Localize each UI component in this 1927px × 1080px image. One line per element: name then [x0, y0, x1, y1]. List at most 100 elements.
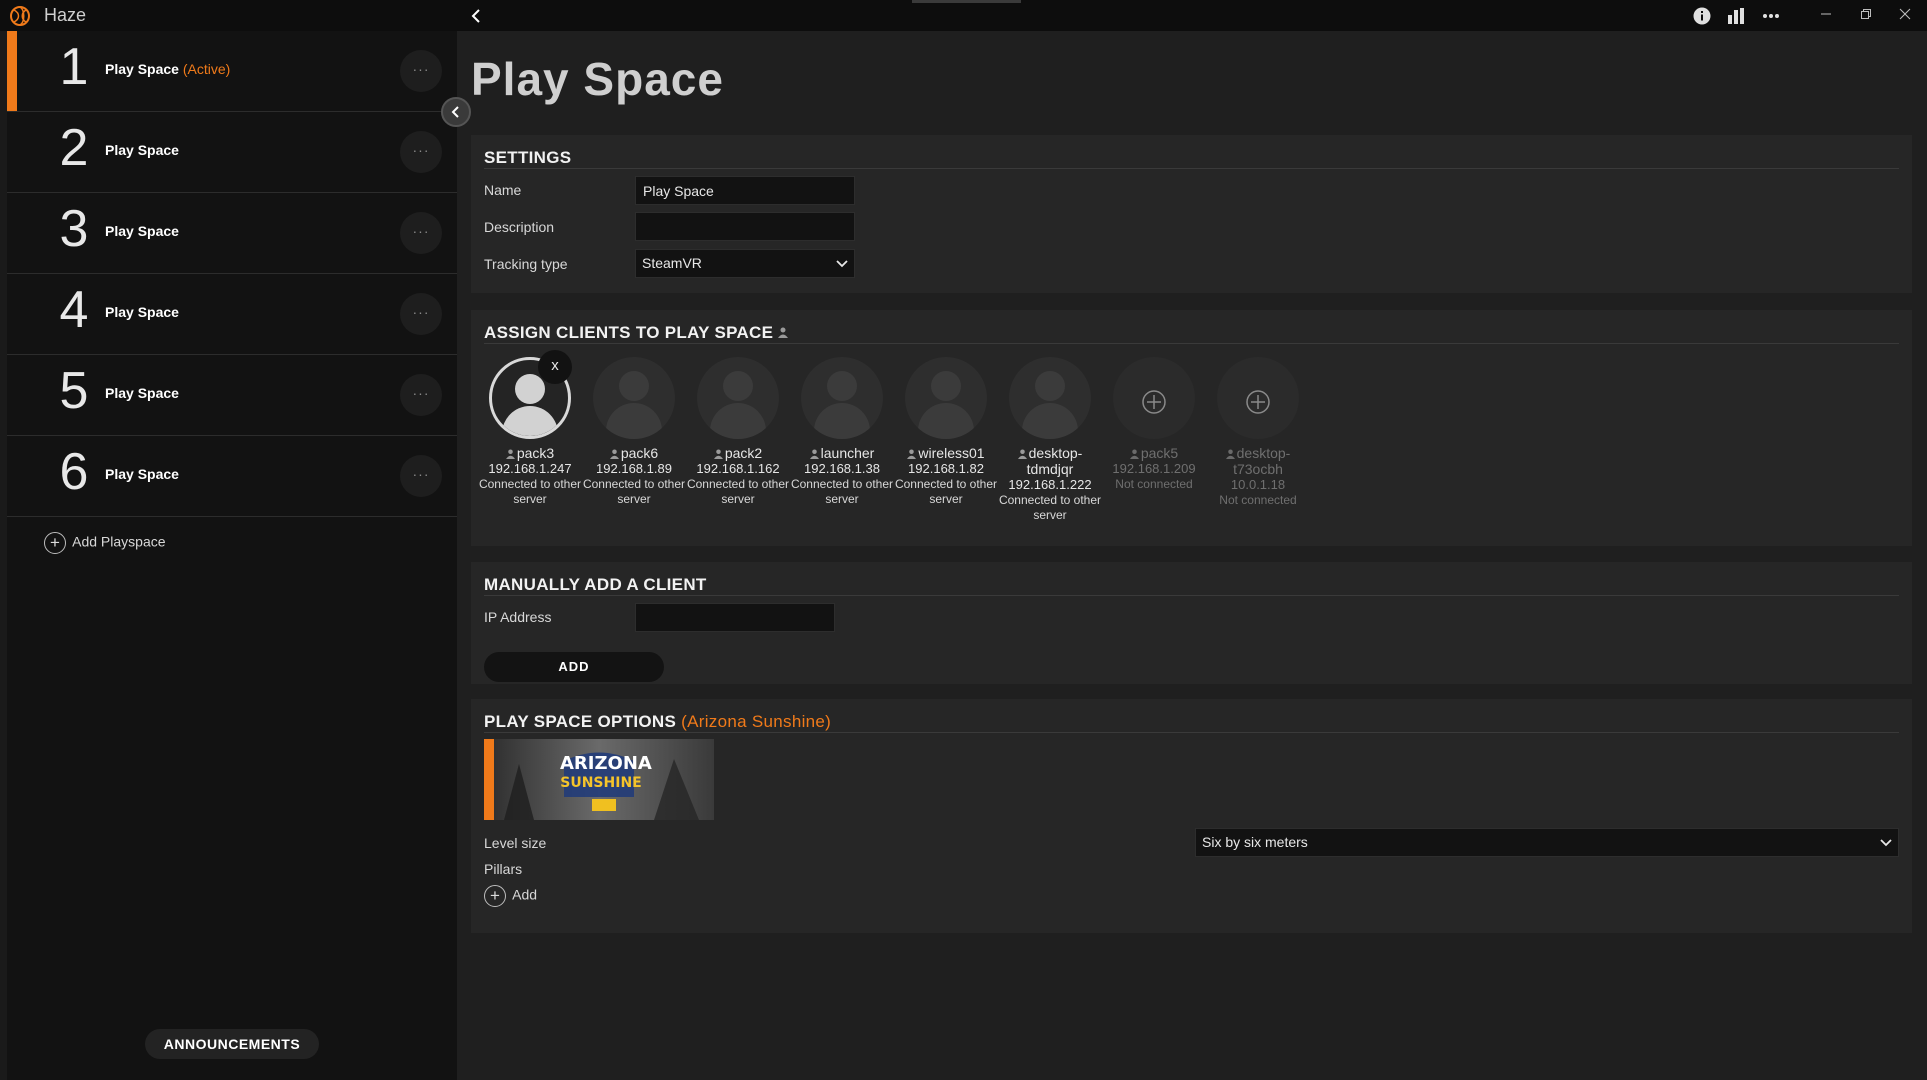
client-card[interactable]: desktop-t73ocbh 10.0.1.18 Not connected — [1206, 357, 1310, 508]
client-card[interactable]: pack2 192.168.1.162 Connected to other s… — [686, 357, 790, 507]
assign-clients-heading: ASSIGN CLIENTS TO PLAY SPACE — [484, 323, 789, 343]
settings-panel: SETTINGS Name Description Tracking type … — [471, 135, 1912, 293]
playspace-number: 3 — [59, 200, 89, 258]
active-status: (Active) — [182, 61, 231, 77]
chevron-left-icon — [451, 106, 459, 118]
client-status: Connected to other server — [894, 477, 998, 506]
app-title: Haze — [44, 5, 87, 25]
play-space-options-panel: PLAY SPACE OPTIONS (Arizona Sunshine) AR… — [471, 699, 1912, 933]
game-thumbnail[interactable]: ARIZONA SUNSHINE — [484, 739, 714, 820]
close-button[interactable] — [1890, 4, 1920, 26]
playspace-item-5[interactable]: 5 Play Space ··· — [7, 355, 457, 436]
level-size-value: Six by six meters — [1202, 834, 1308, 850]
playspace-more-button[interactable]: ··· — [400, 293, 442, 335]
client-status: Not connected — [1115, 477, 1193, 491]
name-label: Name — [484, 182, 522, 198]
playspace-more-button[interactable]: ··· — [400, 455, 442, 497]
ip-address-input[interactable] — [635, 603, 835, 632]
client-ip: 10.0.1.18 — [1230, 477, 1286, 492]
playspace-item-3[interactable]: 3 Play Space ··· — [7, 193, 457, 274]
playspace-more-button[interactable]: ··· — [400, 50, 442, 92]
more-icon[interactable] — [1761, 6, 1781, 26]
game-name: (Arizona Sunshine) — [681, 712, 832, 731]
client-name: wireless01 — [918, 445, 985, 461]
client-name-row: pack2 — [686, 445, 790, 461]
playspace-more-button[interactable]: ··· — [400, 212, 442, 254]
playspace-number: 2 — [59, 119, 89, 177]
client-name-row: desktop-tdmdjqr — [998, 445, 1102, 477]
back-button[interactable] — [464, 3, 488, 29]
collapse-sidebar-button[interactable] — [441, 97, 471, 127]
plus-circle-icon — [1246, 390, 1270, 414]
description-label: Description — [484, 219, 555, 235]
user-icon — [1225, 449, 1235, 459]
playspace-name: Play Space — [105, 466, 179, 482]
client-name: pack6 — [620, 445, 659, 461]
client-name: pack5 — [1140, 445, 1179, 461]
minimize-button[interactable] — [1811, 4, 1841, 26]
chevron-left-icon — [471, 9, 480, 23]
client-ip: 192.168.1.38 — [804, 461, 880, 476]
tracking-type-select[interactable]: SteamVR — [635, 249, 855, 278]
playspace-item-4[interactable]: 4 Play Space ··· — [7, 274, 457, 355]
add-playspace-button[interactable]: + Add Playspace — [44, 532, 166, 556]
client-name: desktop-tdmdjqr — [1026, 445, 1083, 477]
divider — [484, 595, 1899, 596]
avatar — [1009, 357, 1091, 439]
playspace-name: Play Space — [105, 142, 179, 158]
client-status: Connected to other server — [582, 477, 686, 506]
announcements-button[interactable]: ANNOUNCEMENTS — [145, 1029, 319, 1059]
playspace-name: Play Space — [105, 304, 179, 320]
add-pillar-label: Add — [512, 886, 538, 903]
client-ip: 192.168.1.162 — [696, 461, 780, 476]
ip-address-label: IP Address — [484, 609, 552, 625]
level-size-select[interactable]: Six by six meters — [1195, 828, 1899, 857]
restore-icon — [1861, 9, 1871, 19]
client-card[interactable]: pack5 192.168.1.209 Not connected — [1102, 357, 1206, 492]
client-name: pack2 — [724, 445, 763, 461]
client-status: Connected to other server — [478, 477, 582, 506]
thumb-title-line2: SUNSHINE — [560, 775, 642, 791]
plus-circle-icon — [1142, 390, 1166, 414]
client-status: Connected to other server — [790, 477, 894, 506]
avatar — [593, 357, 675, 439]
add-pillar-button[interactable]: + Add — [484, 885, 537, 907]
playspace-item-1[interactable]: 1 Play Space (Active) ··· — [7, 31, 457, 112]
client-status: Connected to other server — [686, 477, 790, 506]
stats-icon[interactable] — [1726, 6, 1746, 26]
drag-handle[interactable] — [912, 0, 1021, 3]
add-client-button[interactable]: ADD — [484, 652, 664, 682]
client-card[interactable]: desktop-tdmdjqr 192.168.1.222 Connected … — [998, 357, 1102, 523]
client-name-row: pack6 — [582, 445, 686, 461]
options-title: PLAY SPACE OPTIONS — [484, 712, 677, 731]
playspace-more-button[interactable]: ··· — [400, 131, 442, 173]
client-ip: 192.168.1.247 — [488, 461, 572, 476]
client-name-row: wireless01 — [894, 445, 998, 461]
playspace-name: Play Space — [105, 223, 179, 239]
pillars-label: Pillars — [484, 861, 523, 877]
user-icon — [809, 449, 819, 459]
client-ip: 192.168.1.82 — [908, 461, 984, 476]
playspace-item-2[interactable]: 2 Play Space ··· — [7, 112, 457, 193]
user-icon — [505, 449, 515, 459]
remove-client-button[interactable]: x — [538, 350, 572, 384]
description-input[interactable] — [635, 212, 855, 241]
restore-button[interactable] — [1851, 4, 1881, 26]
playspace-name: Play Space — [105, 385, 179, 401]
avatar — [1113, 357, 1195, 439]
client-card[interactable]: launcher 192.168.1.38 Connected to other… — [790, 357, 894, 507]
client-ip: 192.168.1.89 — [596, 461, 672, 476]
avatar — [1217, 357, 1299, 439]
playspace-number: 5 — [59, 362, 89, 420]
name-input[interactable] — [635, 176, 855, 205]
user-icon — [1017, 449, 1027, 459]
client-card[interactable]: wireless01 192.168.1.82 Connected to oth… — [894, 357, 998, 507]
settings-heading: SETTINGS — [484, 148, 572, 167]
client-card[interactable]: pack6 192.168.1.89 Connected to other se… — [582, 357, 686, 507]
playspace-more-button[interactable]: ··· — [400, 374, 442, 416]
client-name-row: pack5 — [1102, 445, 1206, 461]
info-icon[interactable] — [1692, 6, 1712, 26]
playspace-item-6[interactable]: 6 Play Space ··· — [7, 436, 457, 517]
user-icon — [609, 449, 619, 459]
assign-clients-title: ASSIGN CLIENTS TO PLAY SPACE — [484, 323, 774, 342]
